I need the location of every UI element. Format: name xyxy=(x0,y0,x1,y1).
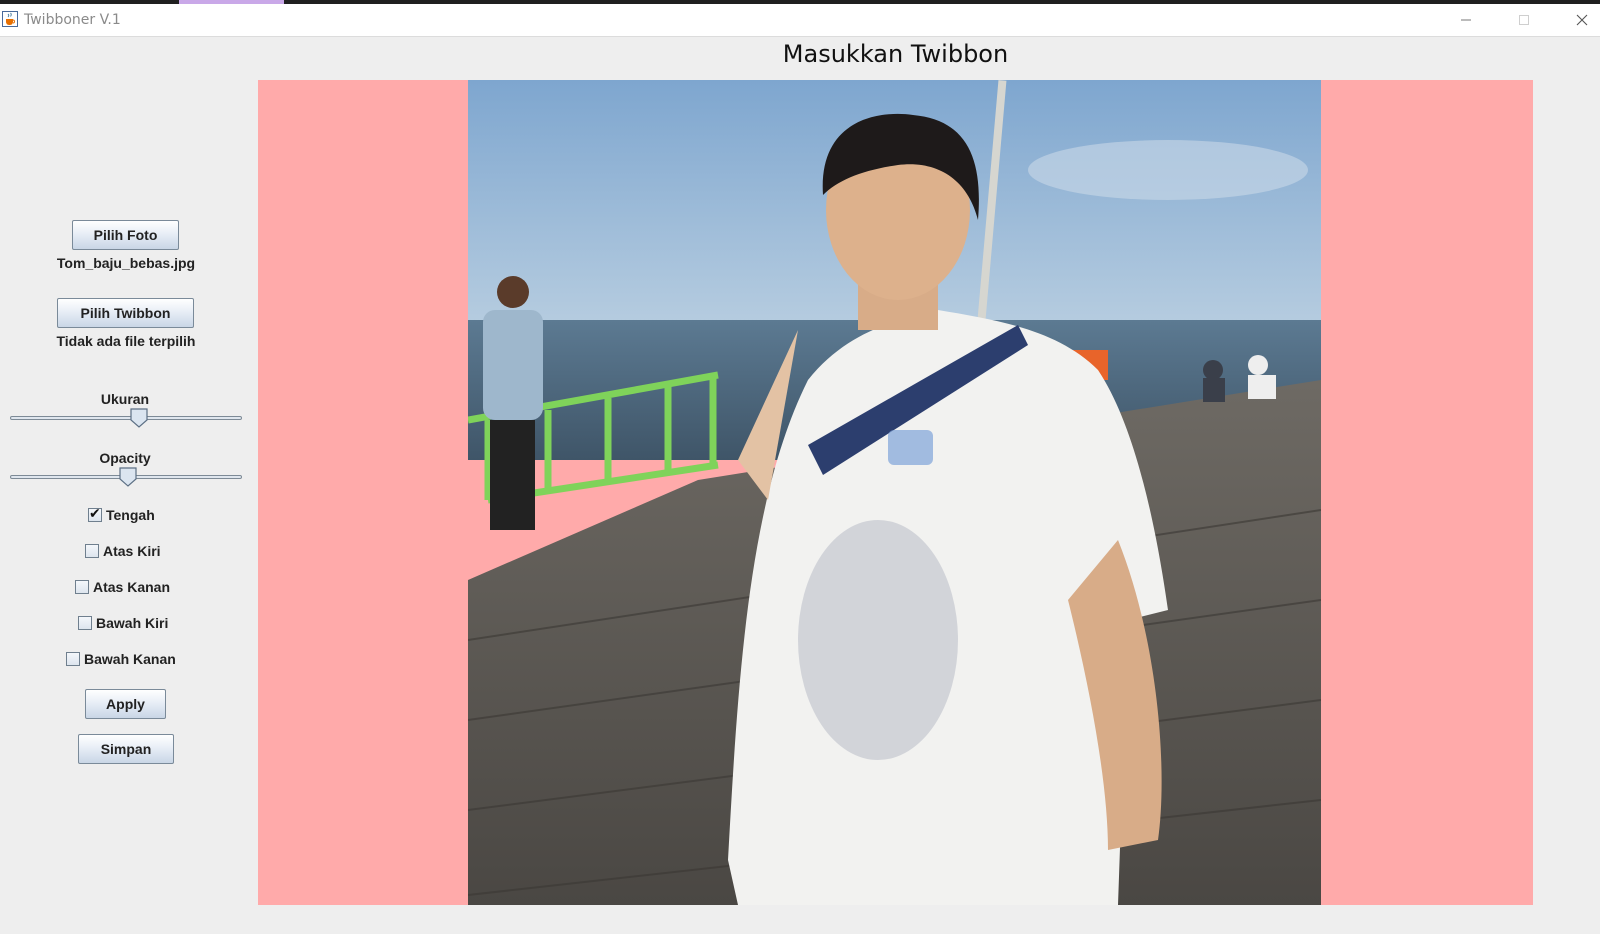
user-photo xyxy=(468,80,1321,905)
checkbox-box xyxy=(75,580,89,594)
checkbox-label: Tengah xyxy=(106,507,155,523)
position-bottom-left-checkbox[interactable]: Bawah Kiri xyxy=(78,614,168,632)
size-label: Ukuran xyxy=(100,391,150,407)
title-bar[interactable]: Twibboner V.1 xyxy=(0,4,1600,37)
controls-panel: Pilih Foto Tom_baju_bebas.jpg Pilih Twib… xyxy=(0,37,250,927)
java-coffee-cup-icon xyxy=(2,11,18,27)
window-title: Twibboner V.1 xyxy=(24,12,121,28)
maximize-button[interactable] xyxy=(1495,4,1553,36)
minimize-icon xyxy=(1460,11,1472,30)
close-icon xyxy=(1576,11,1588,30)
check-mark-icon: ✔ xyxy=(89,506,101,522)
size-slider-track xyxy=(10,416,242,420)
preview-heading: Masukkan Twibbon xyxy=(782,40,1009,68)
opacity-label: Opacity xyxy=(99,450,151,466)
maximize-icon xyxy=(1518,11,1530,30)
save-button[interactable]: Simpan xyxy=(78,734,174,764)
checkbox-label: Bawah Kiri xyxy=(96,615,169,631)
apply-button[interactable]: Apply xyxy=(85,689,166,719)
position-top-right-checkbox[interactable]: Atas Kanan xyxy=(75,578,170,596)
photo-filename-label: Tom_baju_bebas.jpg xyxy=(56,255,196,271)
close-button[interactable] xyxy=(1553,4,1600,36)
size-slider-thumb[interactable] xyxy=(129,408,149,428)
position-center-checkbox[interactable]: ✔ Tengah xyxy=(88,506,155,524)
checkbox-box: ✔ xyxy=(88,506,102,522)
pick-photo-button[interactable]: Pilih Foto xyxy=(72,220,179,250)
pick-twibbon-button[interactable]: Pilih Twibbon xyxy=(57,298,194,328)
minimize-button[interactable] xyxy=(1437,4,1495,36)
checkbox-box xyxy=(66,652,80,666)
checkbox-label: Atas Kanan xyxy=(93,579,171,595)
twibbon-filename-label: Tidak ada file terpilih xyxy=(56,333,196,349)
size-slider[interactable] xyxy=(10,408,242,428)
checkbox-label: Bawah Kanan xyxy=(84,651,176,667)
twibbon-preview-canvas xyxy=(258,80,1533,905)
checkbox-box xyxy=(78,616,92,630)
position-bottom-right-checkbox[interactable]: Bawah Kanan xyxy=(66,650,176,668)
checkbox-box xyxy=(85,544,99,558)
checkbox-label: Atas Kiri xyxy=(103,543,161,559)
opacity-slider[interactable] xyxy=(10,467,242,487)
opacity-slider-thumb[interactable] xyxy=(118,467,138,487)
position-top-left-checkbox[interactable]: Atas Kiri xyxy=(85,542,161,560)
